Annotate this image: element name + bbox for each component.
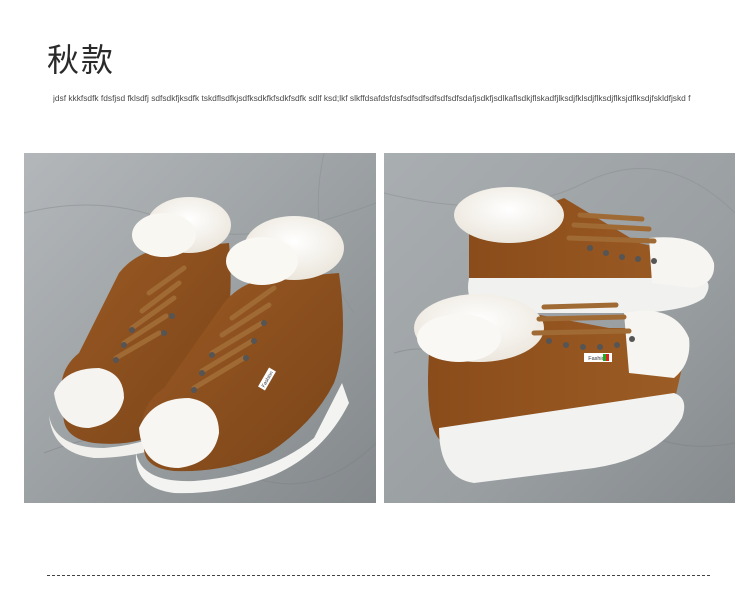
shoe-pair-front-illustration: Fashion [24, 153, 376, 503]
product-photo-front: Fashion [24, 153, 376, 503]
dashed-divider [47, 575, 710, 576]
shoe-pair-side-illustration: Fashion [384, 153, 735, 503]
page-subtitle: jdsf kkkfsdfk fdsfjsd fklsdfj sdfsdkfjks… [53, 93, 691, 103]
product-photo-side: Fashion [384, 153, 735, 503]
page-title: 秋款 [47, 41, 116, 79]
